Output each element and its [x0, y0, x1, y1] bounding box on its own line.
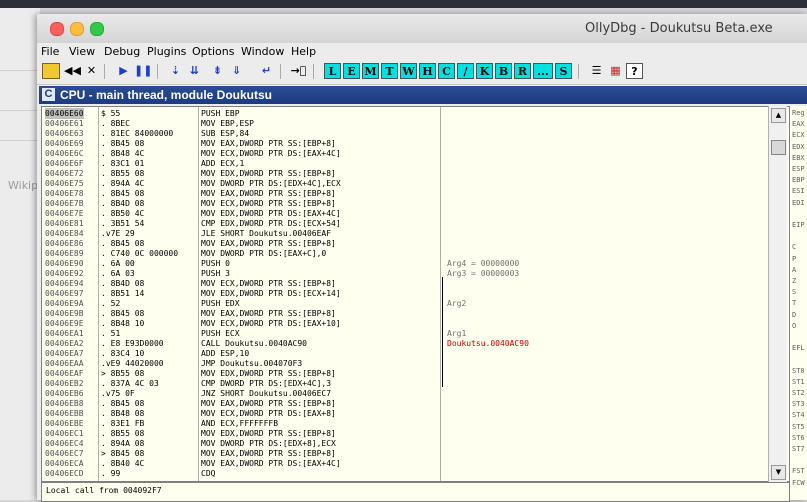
- run-icon[interactable]: ▶: [115, 63, 132, 79]
- info-line: Local call from 004092F7: [46, 486, 162, 495]
- source-button[interactable]: S: [555, 63, 572, 79]
- patches-button[interactable]: /: [457, 63, 474, 79]
- step-into-icon[interactable]: ⇣: [167, 63, 184, 79]
- disassembly-row[interactable]: 00406ECD . 99 CDQ: [42, 468, 789, 479]
- close-window-button[interactable]: [50, 22, 64, 36]
- scroll-down-arrow-icon[interactable]: ▼: [771, 465, 786, 480]
- register-label: ESP: [792, 165, 805, 173]
- register-label: ECX: [792, 131, 805, 140]
- memory-map-button[interactable]: M: [362, 63, 379, 79]
- register-label: C: [792, 243, 797, 252]
- register-label: A: [792, 265, 797, 274]
- call-stack-button[interactable]: K: [476, 63, 493, 79]
- cpu-window-icon: C: [42, 88, 55, 101]
- windows-button[interactable]: W: [400, 63, 417, 79]
- register-label: D: [792, 310, 797, 319]
- register-label: ST3: [792, 400, 805, 409]
- disassembly-scrollbar[interactable]: ▲ ▼: [768, 106, 787, 482]
- register-label: ST0: [792, 366, 805, 375]
- register-label: S: [792, 288, 797, 297]
- register-label: T: [792, 299, 797, 308]
- cpu-window-title: CPU - main thread, module Doukutsu: [60, 88, 273, 102]
- register-label: EFL: [792, 344, 805, 353]
- handles-button[interactable]: H: [419, 63, 436, 79]
- breakpoints-button[interactable]: B: [495, 63, 512, 79]
- desktop-top-bar: [0, 0, 807, 8]
- execute-till-return-icon[interactable]: ↵: [258, 63, 275, 79]
- trace-into-icon[interactable]: ⇟: [209, 63, 226, 79]
- address-cell: 00406ECD: [45, 469, 84, 478]
- background-wiki-text: Wikip: [8, 179, 39, 192]
- menu-file[interactable]: File: [41, 45, 59, 58]
- minimize-window-button[interactable]: [70, 22, 84, 36]
- log-window-button[interactable]: L: [324, 63, 341, 79]
- register-label: FST: [792, 467, 805, 476]
- menu-window[interactable]: Window: [241, 45, 284, 58]
- menu-view[interactable]: View: [69, 45, 95, 58]
- zoom-window-button[interactable]: [90, 22, 104, 36]
- rewind-icon[interactable]: ◀◀: [64, 63, 81, 79]
- open-file-button[interactable]: [42, 63, 60, 79]
- disassembly-pane[interactable]: 00406E60 $ 55 PUSH EBP 00406E61. 8BEC MOV EB…: [41, 106, 790, 482]
- cpu-button[interactable]: C: [438, 63, 455, 79]
- menu-plugins[interactable]: Plugins: [147, 45, 186, 58]
- menu-options[interactable]: Options: [192, 45, 234, 58]
- toolbar: ◀◀ ✕ ▶ ❚❚ ⇣ ⇊ ⇟ ⇓ ↵ →⃒ L E M T W H C / K…: [37, 60, 807, 85]
- registers-pane[interactable]: Reg EAX ECX EDX EBX ESP EBP ESI EDI EIP C P A Z S T D O EF…: [789, 106, 807, 500]
- help-question-icon[interactable]: ?: [626, 63, 643, 79]
- register-label: Z: [792, 277, 797, 285]
- register-label: EDI: [792, 198, 805, 207]
- disassembly-cell: CDQ: [201, 469, 216, 478]
- register-label: ST1: [792, 377, 805, 386]
- register-label: O: [792, 321, 797, 330]
- list-view-icon[interactable]: ☰: [588, 63, 605, 79]
- step-over-icon[interactable]: ⇊: [186, 63, 203, 79]
- register-label: P: [792, 254, 797, 263]
- register-label: EBP: [792, 176, 805, 185]
- register-label: EDX: [792, 142, 805, 151]
- register-label: ST5: [792, 422, 805, 431]
- register-label: ESI: [792, 187, 805, 196]
- appearance-grid-icon[interactable]: ▦: [607, 63, 624, 79]
- executable-modules-button[interactable]: E: [343, 63, 360, 79]
- pause-icon[interactable]: ❚❚: [134, 63, 152, 79]
- references-button[interactable]: R: [514, 63, 531, 79]
- info-pane: Local call from 004092F7: [41, 482, 790, 502]
- ollydbg-window: OllyDbg - Doukutsu Beta.exe File View De…: [37, 14, 807, 502]
- title-bar[interactable]: OllyDbg - Doukutsu Beta.exe: [37, 14, 807, 44]
- menu-debug[interactable]: Debug: [104, 45, 140, 58]
- register-label: EAX: [792, 120, 805, 129]
- register-label: ST4: [792, 411, 805, 420]
- register-label: ST7: [792, 445, 805, 453]
- register-label: ST2: [792, 389, 805, 397]
- cpu-window-titlebar[interactable]: C CPU - main thread, module Doukutsu: [39, 86, 807, 104]
- scroll-thumb[interactable]: [771, 140, 786, 155]
- register-label: FCW: [792, 478, 805, 487]
- register-label: EIP: [792, 221, 805, 229]
- register-label: ST6: [792, 433, 805, 442]
- scroll-up-arrow-icon[interactable]: ▲: [771, 108, 786, 123]
- menu-bar: File View Debug Plugins Options Window H…: [37, 43, 807, 60]
- register-label: EBX: [792, 153, 805, 162]
- close-program-icon[interactable]: ✕: [83, 63, 100, 79]
- threads-button[interactable]: T: [381, 63, 398, 79]
- background-browser-window: Wikip: [0, 8, 40, 500]
- run-trace-button[interactable]: ...: [533, 63, 553, 79]
- go-to-address-icon[interactable]: →⃒: [290, 63, 307, 79]
- window-title: OllyDbg - Doukutsu Beta.exe: [585, 21, 773, 36]
- register-label: Reg: [792, 109, 805, 117]
- menu-help[interactable]: Help: [291, 45, 316, 58]
- trace-over-icon[interactable]: ⇓: [228, 63, 245, 79]
- hex-dump-cell: . 99: [101, 469, 121, 478]
